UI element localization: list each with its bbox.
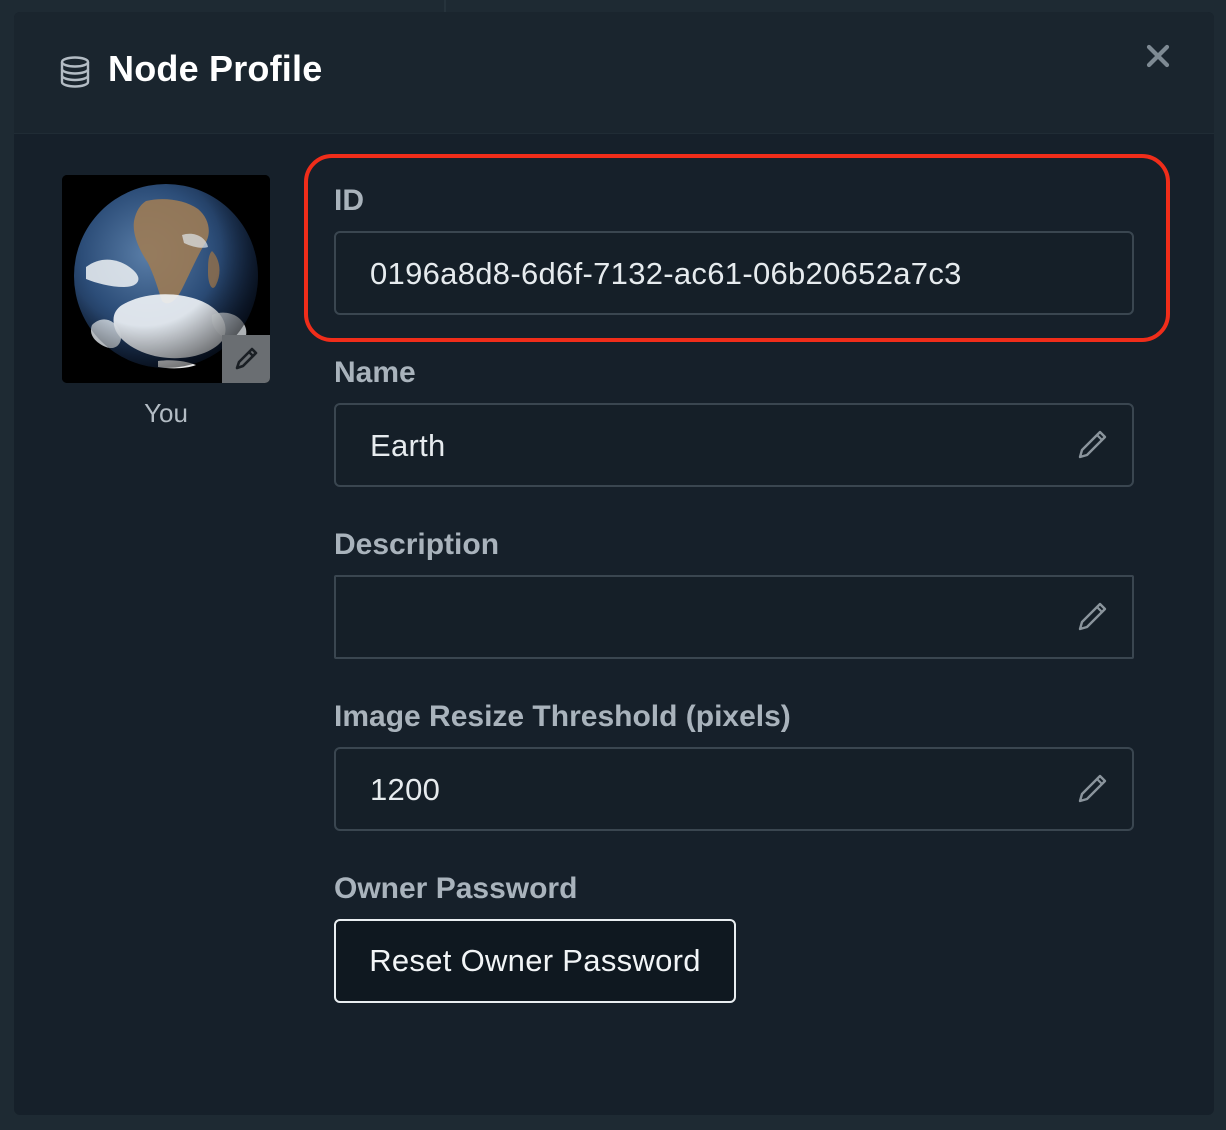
name-value: Earth	[370, 428, 446, 463]
name-label: Name	[334, 356, 416, 389]
avatar-caption: You	[144, 398, 188, 428]
description-label: Description	[334, 528, 500, 561]
pencil-icon[interactable]	[1076, 771, 1110, 805]
pencil-icon[interactable]	[1076, 427, 1110, 461]
pencil-icon	[235, 347, 258, 370]
id-value: 0196a8d8-6d6f-7132-ac61-06b20652a7c3	[370, 256, 962, 291]
modal-title: Node Profile	[108, 48, 323, 89]
owner-password-label: Owner Password	[334, 872, 578, 905]
avatar	[62, 175, 270, 383]
image-resize-threshold-value: 1200	[370, 772, 441, 807]
modal-header: Node Profile	[14, 12, 1214, 134]
image-resize-threshold-field[interactable]: 1200	[334, 747, 1134, 831]
database-icon	[60, 56, 90, 88]
close-icon[interactable]	[1142, 40, 1174, 72]
pencil-icon[interactable]	[1076, 599, 1110, 633]
id-label: ID	[334, 184, 364, 217]
id-field[interactable]: 0196a8d8-6d6f-7132-ac61-06b20652a7c3	[334, 231, 1134, 315]
image-resize-threshold-label: Image Resize Threshold (pixels)	[334, 700, 791, 733]
description-field[interactable]	[334, 575, 1134, 659]
node-profile-modal: Node Profile You ID 0196a8d8-6d6f-7132-a…	[14, 12, 1214, 1115]
avatar-edit-button[interactable]	[222, 335, 270, 383]
name-field[interactable]: Earth	[334, 403, 1134, 487]
reset-owner-password-button[interactable]: Reset Owner Password	[334, 919, 736, 1003]
